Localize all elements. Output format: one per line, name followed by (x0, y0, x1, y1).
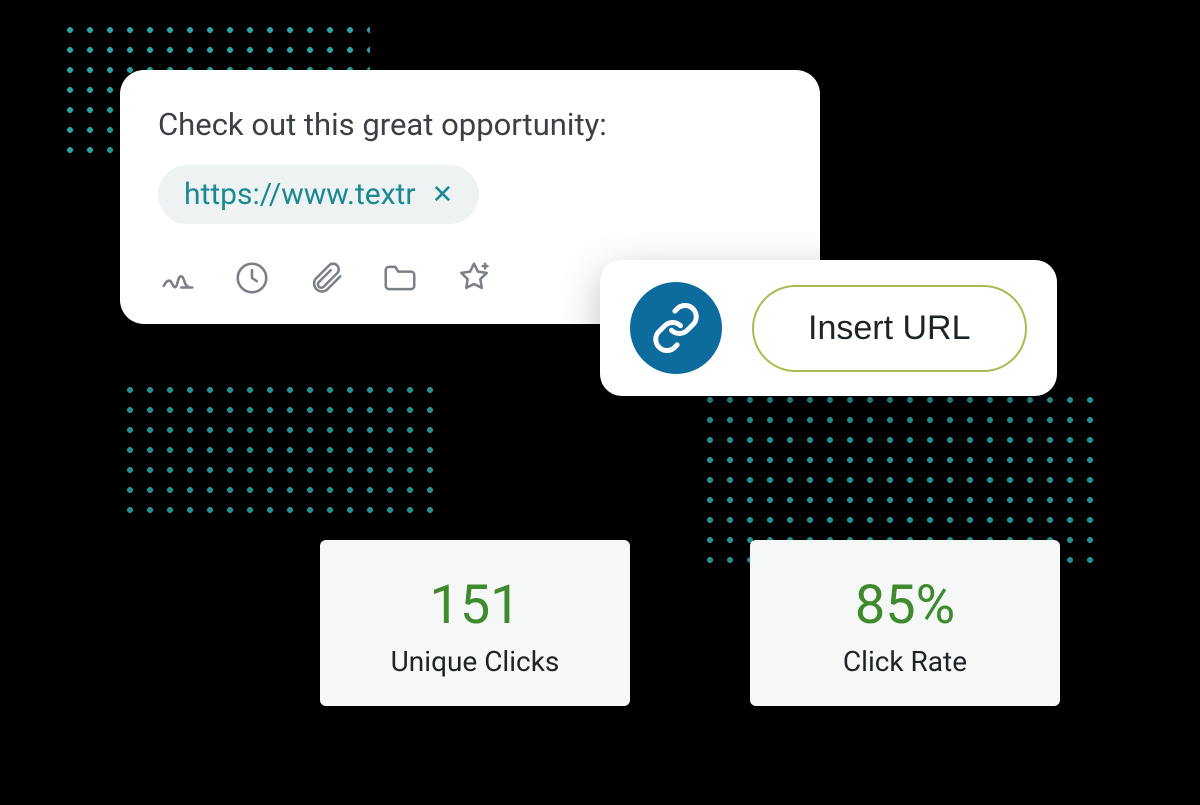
clock-icon[interactable] (232, 258, 272, 298)
link-icon[interactable] (630, 282, 722, 374)
url-chip[interactable]: https://www.textr ✕ (158, 165, 479, 224)
stat-label: Click Rate (770, 645, 1040, 678)
stat-value: 85% (770, 574, 1040, 637)
close-icon[interactable]: ✕ (432, 182, 454, 208)
stat-card-click-rate: 85% Click Rate (750, 540, 1060, 706)
folder-icon[interactable] (380, 258, 420, 298)
decorative-dots (120, 380, 440, 520)
stat-card-unique-clicks: 151 Unique Clicks (320, 540, 630, 706)
star-sparkle-icon[interactable] (454, 258, 494, 298)
insert-url-card: Insert URL (600, 260, 1057, 396)
paperclip-icon[interactable] (306, 258, 346, 298)
stat-value: 151 (340, 574, 610, 637)
insert-url-button[interactable]: Insert URL (752, 285, 1027, 372)
url-chip-text: https://www.textr (184, 177, 416, 212)
signature-icon[interactable] (158, 258, 198, 298)
stat-label: Unique Clicks (340, 645, 610, 678)
message-text[interactable]: Check out this great opportunity: (158, 106, 782, 143)
